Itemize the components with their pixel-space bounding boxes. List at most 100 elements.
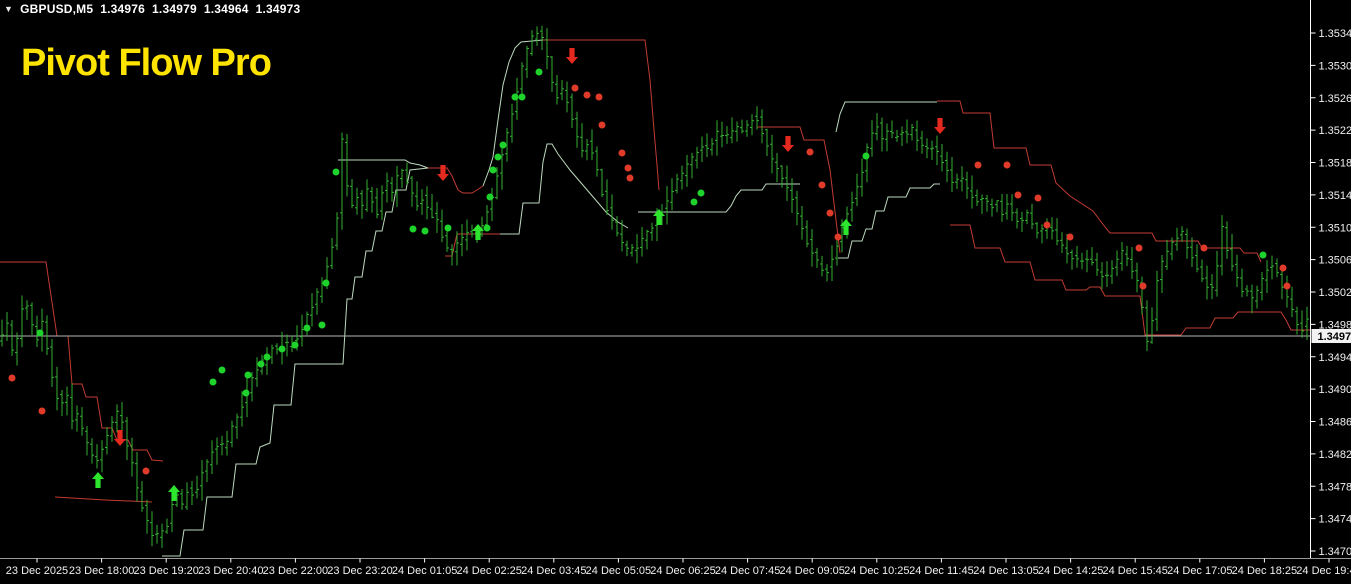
- buy-dot: [318, 321, 326, 329]
- time-tick-label: 24 Dec 06:25: [650, 565, 715, 577]
- price-tick-label: 1.35265: [1319, 93, 1351, 105]
- buy-dot: [444, 224, 452, 232]
- price-tick-label: 1.35225: [1319, 125, 1351, 137]
- price-tick-label: 1.35025: [1319, 287, 1351, 299]
- price-tick-label: 1.35345: [1319, 28, 1351, 40]
- sell-dot: [1066, 233, 1074, 241]
- time-tick-label: 24 Dec 01:05: [392, 565, 457, 577]
- sell-dot: [8, 374, 16, 382]
- time-tick-label: 24 Dec 05:05: [586, 565, 651, 577]
- sell-dot: [1043, 221, 1051, 229]
- buy-dot: [862, 152, 870, 160]
- sell-dot: [571, 84, 579, 92]
- price-tick-label: 1.35065: [1319, 255, 1351, 267]
- chart-collapse-icon[interactable]: ▼: [4, 4, 13, 14]
- buy-dot: [218, 366, 226, 374]
- sell-dot: [38, 407, 46, 415]
- sell-dot: [1200, 244, 1208, 252]
- time-tick-label: 23 Dec 18:00: [69, 565, 134, 577]
- chart-background: [0, 0, 1351, 584]
- sell-dot: [834, 233, 842, 241]
- buy-dot: [332, 168, 340, 176]
- buy-dot: [244, 371, 252, 379]
- price-tick-label: 1.34825: [1319, 449, 1351, 461]
- price-tick-label: 1.35145: [1319, 190, 1351, 202]
- price-tick-label: 1.34905: [1319, 384, 1351, 396]
- time-tick-label: 24 Dec 10:25: [844, 565, 909, 577]
- sell-dot: [1014, 191, 1022, 199]
- sell-dot: [1283, 282, 1291, 290]
- time-tick-label: 24 Dec 15:45: [1102, 565, 1167, 577]
- mt4-chart-window: 1.35345 1.35305 1.35265 1.35225 1.35185 1.351…: [0, 0, 1351, 584]
- sell-dot: [974, 161, 982, 169]
- buy-dot: [36, 329, 44, 337]
- sell-dot: [818, 181, 826, 189]
- time-tick-label: 24 Dec 09:05: [779, 565, 844, 577]
- sell-dot: [583, 91, 591, 99]
- buy-dot: [291, 341, 299, 349]
- indicator-title: Pivot Flow Pro: [21, 42, 272, 84]
- buy-dot: [499, 141, 507, 149]
- time-tick-label: 24 Dec 03:45: [521, 565, 586, 577]
- quote-high: 1.34979: [152, 2, 197, 16]
- chart-quote-header: ▼ GBPUSD,M5 1.34976 1.34979 1.34964 1.34…: [4, 2, 300, 16]
- symbol-timeframe-label: GBPUSD,M5: [20, 2, 94, 16]
- sell-dot: [1034, 194, 1042, 202]
- sell-dot: [598, 121, 606, 129]
- price-tick-label: 1.35105: [1319, 222, 1351, 234]
- buy-dot: [303, 324, 311, 332]
- sell-dot: [826, 209, 834, 217]
- buy-dot: [1259, 251, 1267, 259]
- sell-dot: [1135, 244, 1143, 252]
- sell-dot: [1139, 282, 1147, 290]
- time-tick-label: 23 Dec 22:00: [263, 565, 328, 577]
- price-tick-label: 1.34945: [1319, 352, 1351, 364]
- buy-dot: [278, 345, 286, 353]
- time-tick-label: 23 Dec 2025: [6, 565, 68, 577]
- buy-dot: [483, 224, 491, 232]
- buy-dot: [486, 193, 494, 201]
- quote-low: 1.34964: [203, 2, 249, 16]
- price-tick-label: 1.34865: [1319, 417, 1351, 429]
- time-tick-label: 24 Dec 14:25: [1038, 565, 1103, 577]
- sell-dot: [806, 148, 814, 156]
- time-tick-label: 24 Dec 13:05: [973, 565, 1038, 577]
- buy-dot: [535, 68, 543, 76]
- buy-dot: [421, 227, 429, 235]
- time-tick-label: 23 Dec 19:20: [133, 565, 198, 577]
- buy-dot: [518, 93, 526, 101]
- time-tick-label: 24 Dec 07:45: [715, 565, 780, 577]
- price-tick-label: 1.34785: [1319, 481, 1351, 493]
- buy-dot: [322, 279, 330, 287]
- price-tick-label: 1.34745: [1319, 514, 1351, 526]
- price-tick-label: 1.35185: [1319, 158, 1351, 170]
- buy-dot: [489, 166, 497, 174]
- time-tick-label: 24 Dec 11:45: [909, 565, 974, 577]
- current-price-badge-label: 1.34973: [1318, 331, 1351, 343]
- price-tick-label: 1.35305: [1319, 60, 1351, 72]
- price-chart-canvas[interactable]: 1.35345 1.35305 1.35265 1.35225 1.35185 1.351…: [0, 0, 1351, 584]
- sell-dot: [618, 149, 626, 157]
- sell-dot: [1279, 264, 1287, 272]
- buy-dot: [494, 153, 502, 161]
- time-tick-label: 24 Dec 17:05: [1167, 565, 1232, 577]
- quote-close: 1.34973: [255, 2, 301, 16]
- buy-dot: [209, 378, 217, 386]
- buy-dot: [242, 389, 250, 397]
- quote-open: 1.34976: [100, 2, 146, 16]
- buy-dot: [257, 360, 265, 368]
- time-tick-label: 24 Dec 19:45: [1296, 565, 1351, 577]
- price-tick-label: 1.34705: [1319, 546, 1351, 558]
- time-tick-label: 23 Dec 23:20: [327, 565, 392, 577]
- sell-dot: [624, 164, 632, 172]
- time-tick-label: 24 Dec 02:25: [456, 565, 521, 577]
- sell-dot: [142, 467, 150, 475]
- time-tick-label: 24 Dec 18:25: [1232, 565, 1297, 577]
- sell-dot: [595, 93, 603, 101]
- buy-dot: [409, 225, 417, 233]
- buy-dot: [263, 353, 271, 361]
- sell-dot: [1003, 161, 1011, 169]
- time-tick-label: 23 Dec 20:40: [198, 565, 263, 577]
- buy-dot: [690, 198, 698, 206]
- buy-dot: [697, 189, 705, 197]
